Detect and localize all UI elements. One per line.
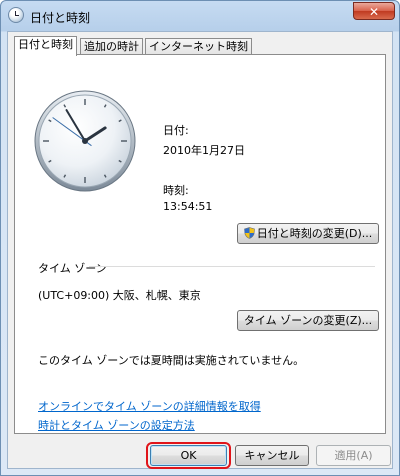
change-timezone-button[interactable]: タイム ゾーンの変更(Z)...: [237, 310, 379, 331]
analog-clock: [34, 90, 136, 192]
dialog-window: 日付と時刻 ✕ 日付と時刻 追加の時計 インターネット時刻 日付: 2010年1…: [0, 0, 400, 476]
close-button[interactable]: ✕: [353, 2, 395, 20]
tab-additional-clocks[interactable]: 追加の時計: [80, 38, 143, 55]
timezone-value: (UTC+09:00) 大阪、札幌、東京: [38, 289, 201, 302]
date-value: 2010年1月27日: [163, 144, 245, 157]
timezone-header: タイム ゾーン: [38, 262, 107, 275]
uac-shield-icon: [243, 227, 255, 239]
ok-button-highlight: [146, 442, 231, 469]
close-icon: ✕: [368, 5, 380, 19]
dialog-client-area: 日付と時刻 追加の時計 インターネット時刻 日付: 2010年1月27日 時刻:…: [7, 31, 393, 469]
dst-message: このタイム ゾーンでは夏時間は実施されていません。: [38, 354, 305, 367]
time-label: 時刻:: [163, 184, 189, 197]
timezone-info-link[interactable]: オンラインでタイム ゾーンの詳細情報を取得: [38, 398, 261, 414]
date-time-panel: 日付: 2010年1月27日 時刻: 13:54:51 日付と時刻の変更(D).…: [14, 54, 386, 434]
cancel-button[interactable]: キャンセル: [235, 445, 309, 466]
change-date-time-label: 日付と時刻の変更(D)...: [256, 227, 373, 240]
apply-button[interactable]: 適用(A): [316, 445, 391, 466]
section-divider: [89, 266, 375, 267]
window-title: 日付と時刻: [30, 11, 91, 25]
time-value: 13:54:51: [163, 200, 213, 213]
title-bar[interactable]: 日付と時刻 ✕: [1, 1, 399, 31]
tab-date-time[interactable]: 日付と時刻: [14, 36, 77, 56]
change-date-time-button[interactable]: 日付と時刻の変更(D)...: [237, 223, 379, 244]
clock-icon: [8, 7, 24, 23]
how-to-set-link[interactable]: 時計とタイム ゾーンの設定方法: [38, 417, 195, 433]
tab-internet-time[interactable]: インターネット時刻: [145, 38, 252, 55]
date-label: 日付:: [163, 124, 189, 137]
